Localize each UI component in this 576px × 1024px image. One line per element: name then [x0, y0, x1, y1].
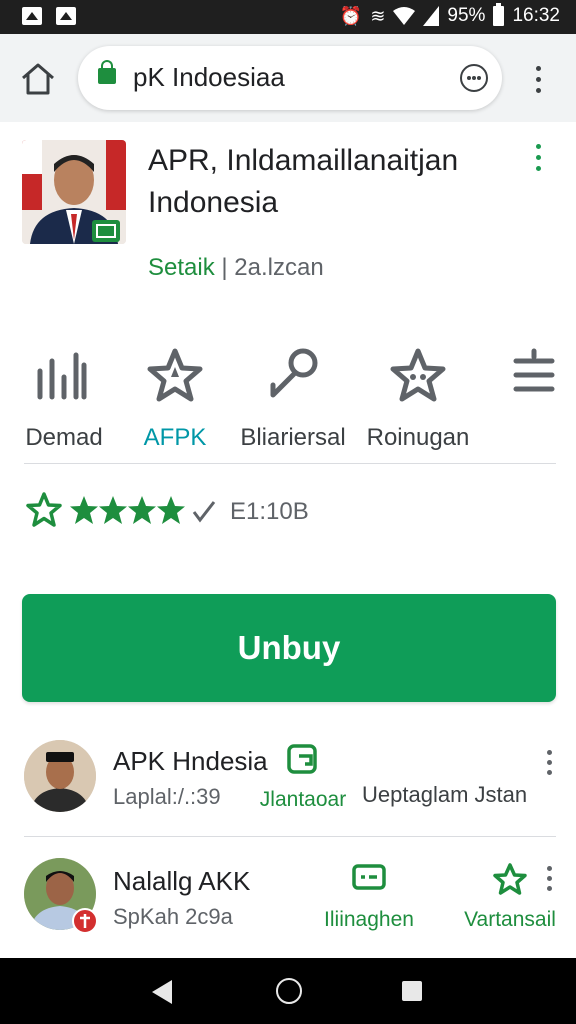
battery-icon [493, 3, 505, 26]
separator: | [221, 254, 228, 281]
action-demad[interactable]: Demad [4, 345, 124, 452]
gallery-notification-icon [22, 7, 42, 25]
item-subtitle: Laplal:/.:39 [113, 784, 221, 809]
rating-stars [24, 490, 224, 530]
star-outline-icon [493, 863, 527, 895]
action-more[interactable] [474, 345, 576, 424]
action-roinugan[interactable]: Roinugan [358, 345, 478, 452]
action-label: AFPK [143, 424, 207, 451]
avatar-portrait [24, 740, 96, 812]
vibrate-icon: ≋ [370, 6, 386, 26]
browser-menu-icon[interactable] [533, 66, 543, 96]
star-icon [147, 348, 203, 402]
image-notification-icon [56, 7, 76, 25]
install-button[interactable]: Unbuy [22, 594, 556, 702]
app-title: APR, Inldamaillanaitjan Indonesia [148, 144, 459, 219]
app-overflow-menu-icon[interactable] [532, 144, 544, 180]
item-action-1-label: Jlantaoar [259, 788, 347, 811]
status-indicators: ⏰ ≋ 95% 16:32 [339, 3, 560, 27]
status-bar: ⏰ ≋ 95% 16:32 [0, 0, 576, 34]
rating-value: E1:10B [230, 498, 309, 525]
item-overflow-icon[interactable] [544, 866, 554, 902]
developer-link[interactable]: Setaik [148, 254, 215, 281]
clock: 16:32 [512, 5, 560, 26]
list-item[interactable]: Nalallg AKK SpKah 2c9a Iliinaghen Vartan… [0, 848, 576, 968]
site-info-icon[interactable] [460, 64, 488, 92]
item-action-1[interactable]: Iliinaghen [314, 862, 424, 932]
star-rating-icon [26, 492, 216, 527]
developer-line: Setaik | 2a.lzcan [148, 254, 324, 282]
app-icon-portrait [22, 140, 126, 244]
action-label: Demad [25, 424, 103, 451]
url-text: pK Indoesiaa [133, 62, 285, 92]
lock-icon [98, 60, 116, 84]
app-category: 2a.lzcan [234, 254, 324, 281]
divider [24, 463, 556, 464]
address-bar[interactable]: pK Indoesiaa [78, 46, 502, 110]
home-circle-icon[interactable] [276, 978, 302, 1004]
item-action-2-label: Vartansail [464, 908, 556, 931]
notification-icons [22, 7, 76, 25]
menu-lines-icon [513, 348, 555, 392]
link-icon [270, 348, 318, 398]
item-overflow-icon[interactable] [544, 750, 554, 786]
item-action-2-label: Ueptaglam Jstan [362, 782, 528, 807]
item-title: APK Hndesia [113, 746, 268, 776]
alarm-icon: ⏰ [339, 6, 363, 26]
message-icon [352, 864, 386, 890]
app-icon [22, 140, 126, 244]
divider [24, 836, 556, 837]
list-item[interactable]: APK Hndesia Laplal:/.:39 Jlantaoar Uepta… [0, 726, 576, 846]
browser-toolbar: pK Indoesiaa [0, 34, 576, 122]
signal-icon [423, 6, 440, 26]
home-icon[interactable] [20, 62, 56, 96]
wifi-icon [393, 7, 416, 25]
item-action-2[interactable]: Ueptaglam Jstan [362, 782, 538, 808]
recents-icon[interactable] [402, 981, 422, 1001]
action-bliariersal[interactable]: Bliariersal [233, 345, 353, 452]
action-label: Roinugan [366, 424, 470, 451]
item-action-1-label: Iliinaghen [324, 908, 414, 931]
item-action-1[interactable]: Jlantaoar [258, 742, 348, 812]
back-icon[interactable] [152, 980, 172, 1004]
badge-icon [72, 908, 98, 934]
avatar [24, 740, 96, 812]
bar-chart-icon [37, 352, 87, 400]
action-label: Bliariersal [240, 424, 346, 451]
item-title: Nalallg AKK [113, 866, 251, 896]
wallet-icon [287, 744, 317, 774]
battery-percent: 95% [447, 5, 486, 26]
item-subtitle: SpKah 2c9a [113, 904, 233, 929]
action-afpk[interactable]: AFPK [115, 345, 235, 452]
system-nav-bar [0, 958, 576, 1024]
star-badge-icon [390, 348, 446, 402]
